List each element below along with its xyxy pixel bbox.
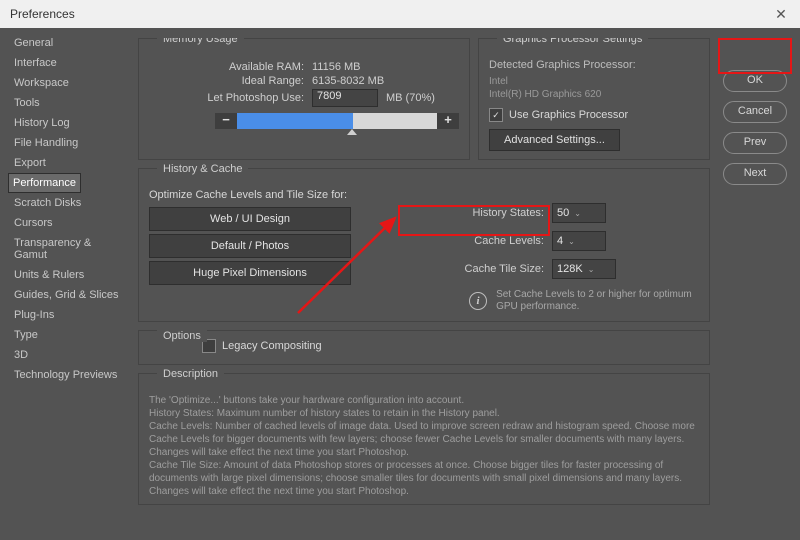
- sidebar-item-cursors[interactable]: Cursors: [8, 213, 126, 233]
- dialog-buttons: OK Cancel Prev Next: [723, 70, 785, 194]
- cache-levels-select[interactable]: 4⌄: [552, 231, 606, 251]
- group-legend: Options: [157, 330, 207, 342]
- sidebar-item-history-log[interactable]: History Log: [8, 113, 126, 133]
- use-gpu-checkbox[interactable]: ✓ Use Graphics Processor: [489, 108, 628, 122]
- slider-plus-button[interactable]: +: [437, 113, 459, 129]
- available-ram-label: Available RAM:: [149, 61, 312, 73]
- history-states-label: History States:: [429, 207, 552, 219]
- chevron-down-icon: ⌄: [574, 209, 581, 218]
- chevron-down-icon: ⌄: [568, 237, 575, 246]
- prev-button[interactable]: Prev: [723, 132, 787, 154]
- cancel-button[interactable]: Cancel: [723, 101, 787, 123]
- sidebar-item-transparency-gamut[interactable]: Transparency & Gamut: [8, 233, 126, 265]
- let-photoshop-use-label: Let Photoshop Use:: [149, 92, 312, 104]
- group-legend: History & Cache: [157, 163, 248, 175]
- group-legend: Description: [157, 368, 224, 380]
- sidebar-item-guides-grid-slices[interactable]: Guides, Grid & Slices: [8, 285, 126, 305]
- annotation-box-ok: [718, 38, 792, 74]
- group-legend: Graphics Processor Settings: [497, 38, 648, 45]
- memory-slider[interactable]: − +: [215, 113, 459, 129]
- options-group: Options Legacy Compositing: [138, 330, 710, 365]
- history-cache-group: History & Cache Optimize Cache Levels an…: [138, 168, 710, 322]
- sidebar-item-general[interactable]: General: [8, 33, 126, 53]
- ok-button[interactable]: OK: [723, 70, 787, 92]
- sidebar-item-workspace[interactable]: Workspace: [8, 73, 126, 93]
- description-text: The 'Optimize...' buttons take your hard…: [149, 394, 699, 498]
- legacy-compositing-checkbox[interactable]: Legacy Compositing: [202, 339, 322, 353]
- check-icon: ✓: [489, 108, 503, 122]
- cache-levels-label: Cache Levels:: [429, 235, 552, 247]
- sidebar-item-units-rulers[interactable]: Units & Rulers: [8, 265, 126, 285]
- sidebar-item-technology-previews[interactable]: Technology Previews: [8, 365, 126, 385]
- next-button[interactable]: Next: [723, 163, 787, 185]
- legacy-compositing-label: Legacy Compositing: [222, 340, 322, 352]
- history-states-select[interactable]: 50⌄: [552, 203, 606, 223]
- preferences-sidebar: General Interface Workspace Tools Histor…: [8, 33, 126, 385]
- sidebar-item-export[interactable]: Export: [8, 153, 126, 173]
- sidebar-item-type[interactable]: Type: [8, 325, 126, 345]
- cache-info-text: Set Cache Levels to 2 or higher for opti…: [496, 289, 696, 313]
- advanced-settings-button[interactable]: Advanced Settings...: [489, 129, 620, 151]
- sidebar-item-3d[interactable]: 3D: [8, 345, 126, 365]
- detected-gpu-value: IntelIntel(R) HD Graphics 620: [489, 75, 699, 101]
- gpu-settings-group: Graphics Processor Settings Detected Gra…: [478, 38, 710, 160]
- slider-track[interactable]: [237, 113, 437, 129]
- cache-tile-size-select[interactable]: 128K⌄: [552, 259, 616, 279]
- slider-marker-icon: [347, 129, 357, 135]
- title-bar: Preferences ✕: [0, 0, 800, 28]
- memory-usage-group: Memory Usage Available RAM:11156 MB Idea…: [138, 38, 470, 160]
- sidebar-item-file-handling[interactable]: File Handling: [8, 133, 126, 153]
- sidebar-item-tools[interactable]: Tools: [8, 93, 126, 113]
- window-title: Preferences: [10, 7, 75, 21]
- sidebar-item-interface[interactable]: Interface: [8, 53, 126, 73]
- detected-gpu-label: Detected Graphics Processor:: [489, 59, 699, 71]
- memory-use-input[interactable]: 7809: [312, 89, 378, 107]
- optimize-web-button[interactable]: Web / UI Design: [149, 207, 351, 231]
- info-icon: i: [469, 292, 487, 310]
- use-gpu-label: Use Graphics Processor: [509, 109, 628, 121]
- sidebar-item-scratch-disks[interactable]: Scratch Disks: [8, 193, 126, 213]
- slider-minus-button[interactable]: −: [215, 113, 237, 129]
- available-ram-value: 11156 MB: [312, 61, 361, 73]
- ideal-range-value: 6135-8032 MB: [312, 75, 384, 87]
- ideal-range-label: Ideal Range:: [149, 75, 312, 87]
- cache-tile-size-label: Cache Tile Size:: [429, 263, 552, 275]
- sidebar-item-plug-ins[interactable]: Plug-Ins: [8, 305, 126, 325]
- close-icon[interactable]: ✕: [768, 0, 794, 28]
- optimize-label: Optimize Cache Levels and Tile Size for:: [149, 189, 419, 201]
- optimize-huge-button[interactable]: Huge Pixel Dimensions: [149, 261, 351, 285]
- sidebar-item-performance[interactable]: Performance: [8, 173, 81, 193]
- chevron-down-icon: ⌄: [588, 265, 595, 274]
- memory-use-suffix: MB (70%): [386, 92, 435, 104]
- group-legend: Memory Usage: [157, 38, 244, 45]
- optimize-default-button[interactable]: Default / Photos: [149, 234, 351, 258]
- description-group: Description The 'Optimize...' buttons ta…: [138, 373, 710, 505]
